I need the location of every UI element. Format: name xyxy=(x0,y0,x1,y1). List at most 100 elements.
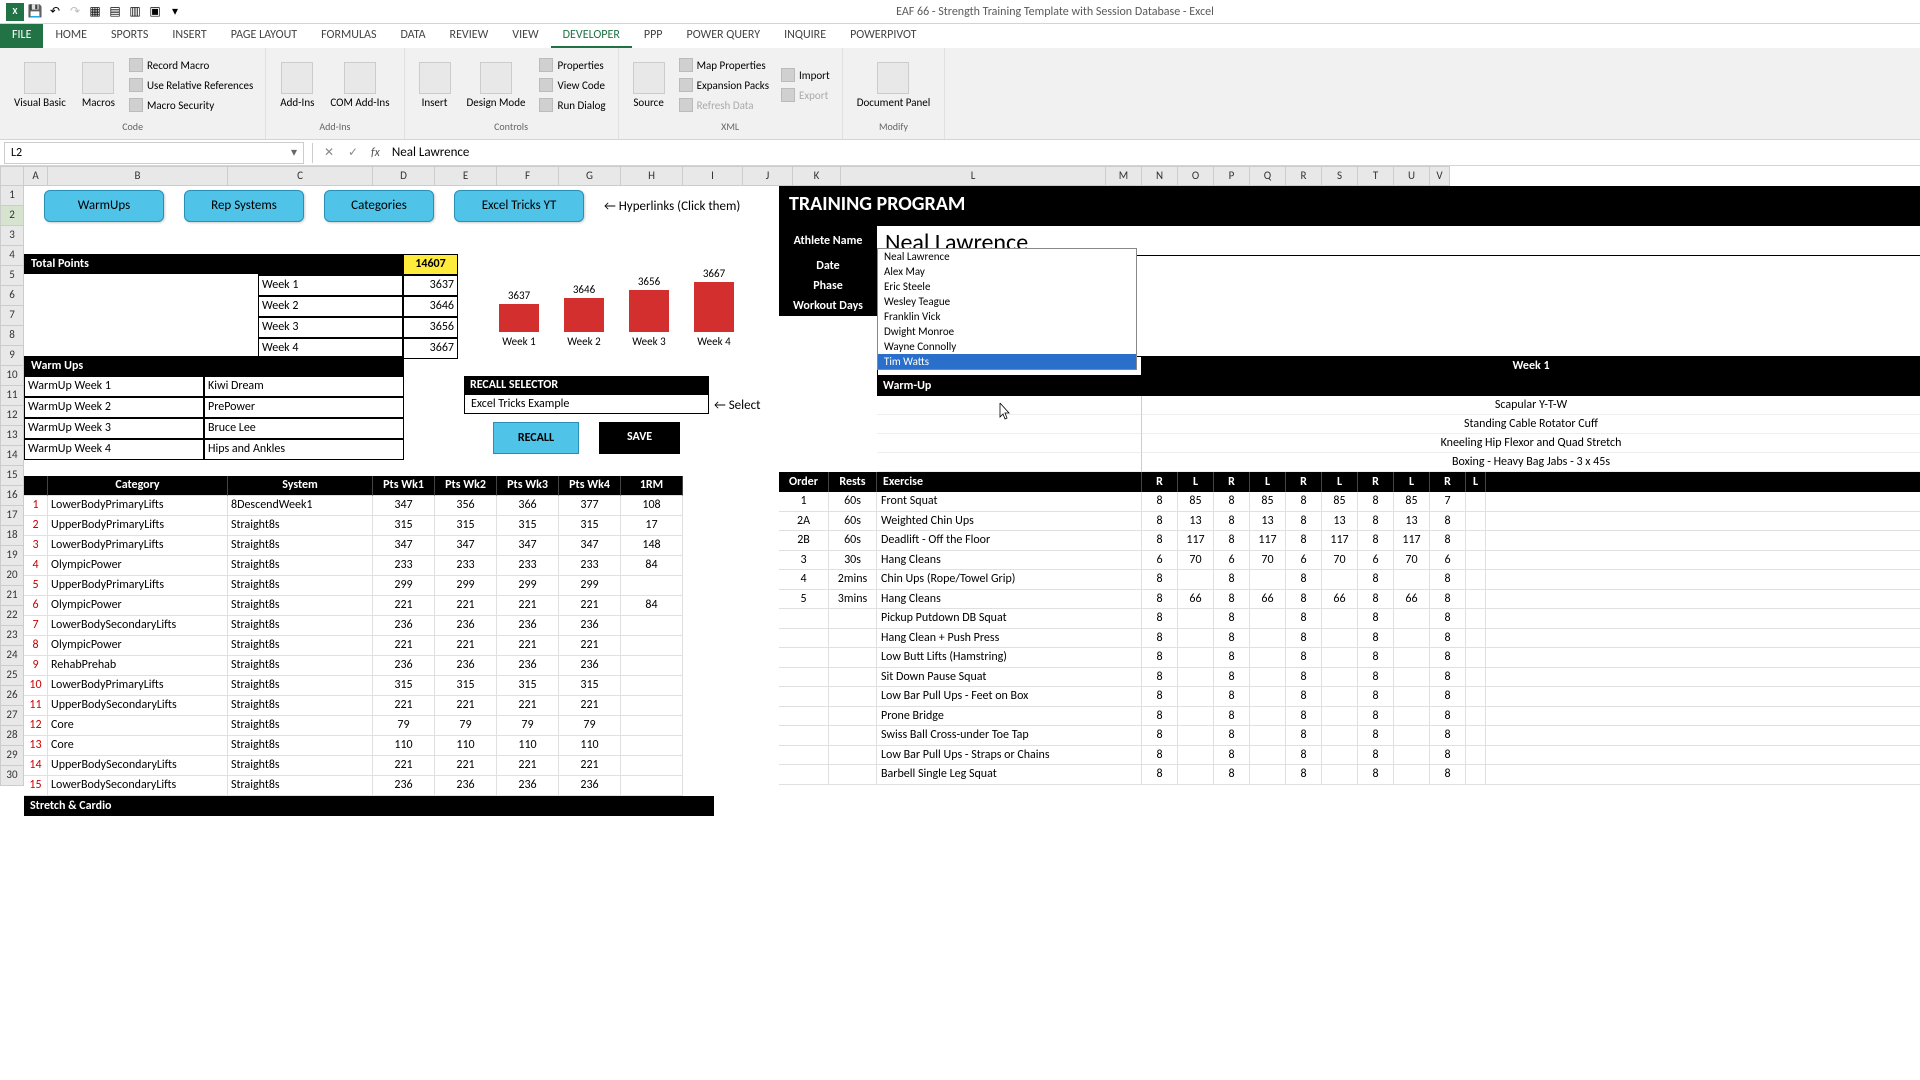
exercise-row[interactable]: Hang Clean + Push Press88888 xyxy=(779,629,1920,649)
dropdown-item[interactable]: Neal Lawrence xyxy=(878,249,1136,264)
macro-security-button[interactable]: Macro Security xyxy=(125,96,257,114)
category-row[interactable]: 10LowerBodyPrimaryLiftsStraight8s3153153… xyxy=(24,676,714,696)
tab-developer[interactable]: DEVELOPER xyxy=(551,24,632,48)
column-header[interactable]: V xyxy=(1430,166,1450,186)
source-button[interactable]: Source xyxy=(627,60,671,111)
dropdown-item[interactable]: Dwight Monroe xyxy=(878,324,1136,339)
redo-icon[interactable]: ↷ xyxy=(66,3,84,21)
row-header[interactable]: 2 xyxy=(0,206,24,226)
category-row[interactable]: 8OlympicPowerStraight8s221221221221 xyxy=(24,636,714,656)
chevron-down-icon[interactable]: ▾ xyxy=(291,145,297,160)
exercise-row[interactable]: 330sHang Cleans6706706706706 xyxy=(779,551,1920,571)
row-header[interactable]: 17 xyxy=(0,506,24,526)
column-header[interactable]: Q xyxy=(1250,166,1286,186)
expansion-packs-button[interactable]: Expansion Packs xyxy=(675,76,773,94)
name-box[interactable]: L2▾ xyxy=(4,142,304,164)
tab-insert[interactable]: INSERT xyxy=(160,24,218,48)
tab-home[interactable]: HOME xyxy=(43,24,99,48)
exercise-row[interactable]: 160sFront Squat8858858858857 xyxy=(779,492,1920,512)
column-header[interactable]: I xyxy=(683,166,743,186)
category-row[interactable]: 6OlympicPowerStraight8s22122122122184 xyxy=(24,596,714,616)
column-header[interactable]: B xyxy=(48,166,228,186)
undo-icon[interactable]: ↶ xyxy=(46,3,64,21)
category-row[interactable]: 12CoreStraight8s79797979 xyxy=(24,716,714,736)
column-header[interactable]: U xyxy=(1394,166,1430,186)
column-header[interactable]: S xyxy=(1322,166,1358,186)
category-row[interactable]: 1LowerBodyPrimaryLifts8DescendWeek134735… xyxy=(24,496,714,516)
row-header[interactable]: 15 xyxy=(0,466,24,486)
qat-icon[interactable]: ▣ xyxy=(146,3,164,21)
column-header[interactable]: K xyxy=(793,166,841,186)
category-row[interactable]: 11UpperBodySecondaryLiftsStraight8s22122… xyxy=(24,696,714,716)
row-header[interactable]: 14 xyxy=(0,446,24,466)
tab-ppp[interactable]: PPP xyxy=(632,24,675,48)
category-row[interactable]: 14UpperBodySecondaryLiftsStraight8s22122… xyxy=(24,756,714,776)
tab-view[interactable]: VIEW xyxy=(500,24,550,48)
tab-inquire[interactable]: INQUIRE xyxy=(772,24,838,48)
row-header[interactable]: 27 xyxy=(0,706,24,726)
category-row[interactable]: 4OlympicPowerStraight8s23323323323384 xyxy=(24,556,714,576)
tab-powerpivot[interactable]: POWERPIVOT xyxy=(838,24,928,48)
row-header[interactable]: 7 xyxy=(0,306,24,326)
recall-input[interactable]: Excel Tricks Example xyxy=(464,394,709,414)
column-header[interactable]: D xyxy=(373,166,435,186)
tab-sports[interactable]: SPORTS xyxy=(99,24,160,48)
import-button[interactable]: Import xyxy=(777,66,834,84)
row-header[interactable]: 29 xyxy=(0,746,24,766)
row-header[interactable]: 24 xyxy=(0,646,24,666)
column-header[interactable]: F xyxy=(497,166,559,186)
qat-icon[interactable]: ▦ xyxy=(86,3,104,21)
exercise-row[interactable]: Low Butt Lifts (Hamstring)88888 xyxy=(779,648,1920,668)
recall-button[interactable]: RECALL xyxy=(493,422,579,454)
row-header[interactable]: 19 xyxy=(0,546,24,566)
macros-button[interactable]: Macros xyxy=(76,60,121,111)
row-header[interactable]: 10 xyxy=(0,366,24,386)
row-header[interactable]: 25 xyxy=(0,666,24,686)
column-header[interactable]: C xyxy=(228,166,373,186)
category-row[interactable]: 7LowerBodySecondaryLiftsStraight8s236236… xyxy=(24,616,714,636)
run-dialog-button[interactable]: Run Dialog xyxy=(535,96,609,114)
column-header[interactable]: A xyxy=(24,166,48,186)
exercise-row[interactable]: Sit Down Pause Squat88888 xyxy=(779,668,1920,688)
column-header[interactable]: R xyxy=(1286,166,1322,186)
row-header[interactable]: 4 xyxy=(0,246,24,266)
row-header[interactable]: 26 xyxy=(0,686,24,706)
column-header[interactable]: M xyxy=(1106,166,1142,186)
save-button[interactable]: SAVE xyxy=(599,422,680,454)
category-row[interactable]: 15LowerBodySecondaryLiftsStraight8s23623… xyxy=(24,776,714,796)
category-row[interactable]: 3LowerBodyPrimaryLiftsStraight8s34734734… xyxy=(24,536,714,556)
excel-icon[interactable]: X xyxy=(6,3,24,21)
category-row[interactable]: 13CoreStraight8s110110110110 xyxy=(24,736,714,756)
insert-control-button[interactable]: Insert xyxy=(413,60,457,111)
tab-data[interactable]: DATA xyxy=(388,24,437,48)
exercise-row[interactable]: Barbell Single Leg Squat88888 xyxy=(779,765,1920,785)
row-header[interactable]: 13 xyxy=(0,426,24,446)
accept-formula-icon[interactable]: ✓ xyxy=(341,142,365,164)
column-header[interactable]: N xyxy=(1142,166,1178,186)
refresh-data-button[interactable]: Refresh Data xyxy=(675,96,773,114)
document-panel-button[interactable]: Document Panel xyxy=(851,60,937,111)
tab-review[interactable]: REVIEW xyxy=(438,24,501,48)
row-header[interactable]: 23 xyxy=(0,626,24,646)
exercise-row[interactable]: Prone Bridge88888 xyxy=(779,707,1920,727)
qat-dropdown-icon[interactable]: ▾ xyxy=(166,3,184,21)
exercise-row[interactable]: 42minsChin Ups (Rope/Towel Grip)88888 xyxy=(779,570,1920,590)
dropdown-item[interactable]: Wesley Teague xyxy=(878,294,1136,309)
row-header[interactable]: 30 xyxy=(0,766,24,786)
tab-formulas[interactable]: FORMULAS xyxy=(309,24,388,48)
repsystems-button[interactable]: Rep Systems xyxy=(184,190,304,222)
formula-input[interactable]: Neal Lawrence xyxy=(386,145,1920,160)
row-header[interactable]: 5 xyxy=(0,266,24,286)
category-row[interactable]: 2UpperBodyPrimaryLiftsStraight8s31531531… xyxy=(24,516,714,536)
design-mode-button[interactable]: Design Mode xyxy=(461,60,532,111)
category-row[interactable]: 5UpperBodyPrimaryLiftsStraight8s29929929… xyxy=(24,576,714,596)
yttricks-button[interactable]: Excel Tricks YT xyxy=(454,190,584,222)
warmups-button[interactable]: WarmUps xyxy=(44,190,164,222)
record-macro-button[interactable]: Record Macro xyxy=(125,56,257,74)
column-header[interactable]: L xyxy=(841,166,1106,186)
cancel-formula-icon[interactable]: ✕ xyxy=(317,142,341,164)
row-header[interactable]: 21 xyxy=(0,586,24,606)
exercise-row[interactable]: 2B60sDeadlift - Off the Floor81178117811… xyxy=(779,531,1920,551)
exercise-row[interactable]: Swiss Ball Cross-under Toe Tap88888 xyxy=(779,726,1920,746)
map-props-button[interactable]: Map Properties xyxy=(675,56,773,74)
